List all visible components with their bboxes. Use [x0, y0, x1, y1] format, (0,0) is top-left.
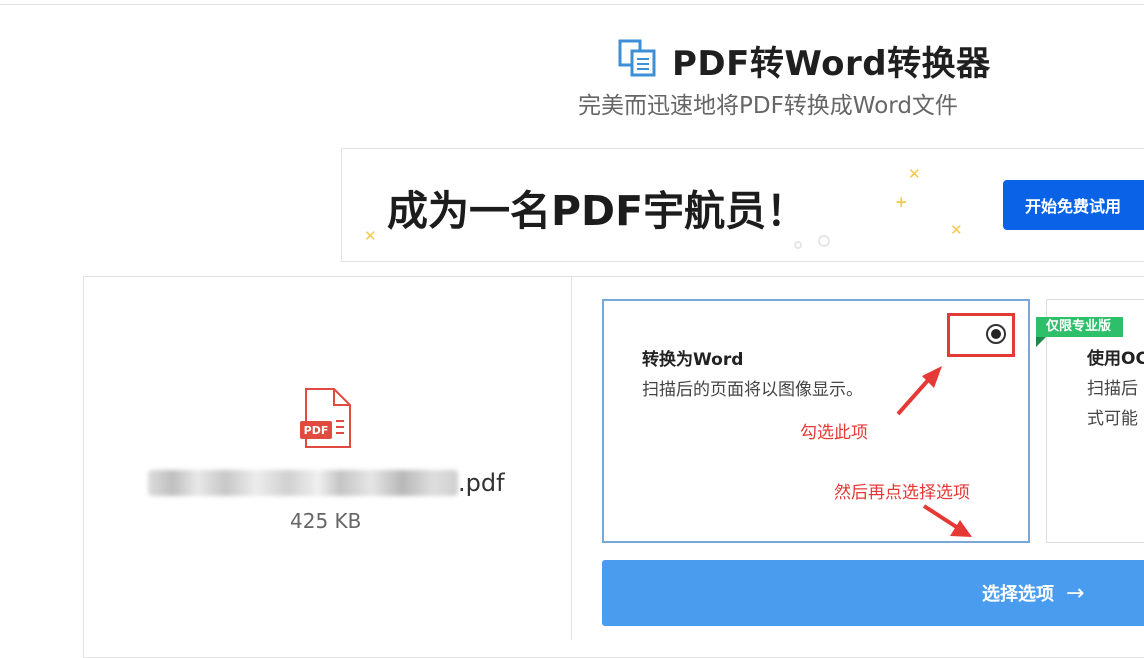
annotation-next-hint: 然后再点选择选项 — [834, 483, 970, 503]
arrow-down-icon — [922, 504, 960, 530]
arrow-up-icon — [896, 376, 932, 416]
annotation-arrows — [896, 366, 972, 537]
arrow-down-head-icon — [950, 520, 972, 537]
arrow-right-icon: → — [1066, 580, 1085, 606]
select-option-label: 选择选项 — [982, 584, 1054, 605]
select-option-button[interactable]: 选择选项 → — [602, 560, 1144, 626]
annotation-check-hint: 勾选此项 — [800, 423, 868, 443]
